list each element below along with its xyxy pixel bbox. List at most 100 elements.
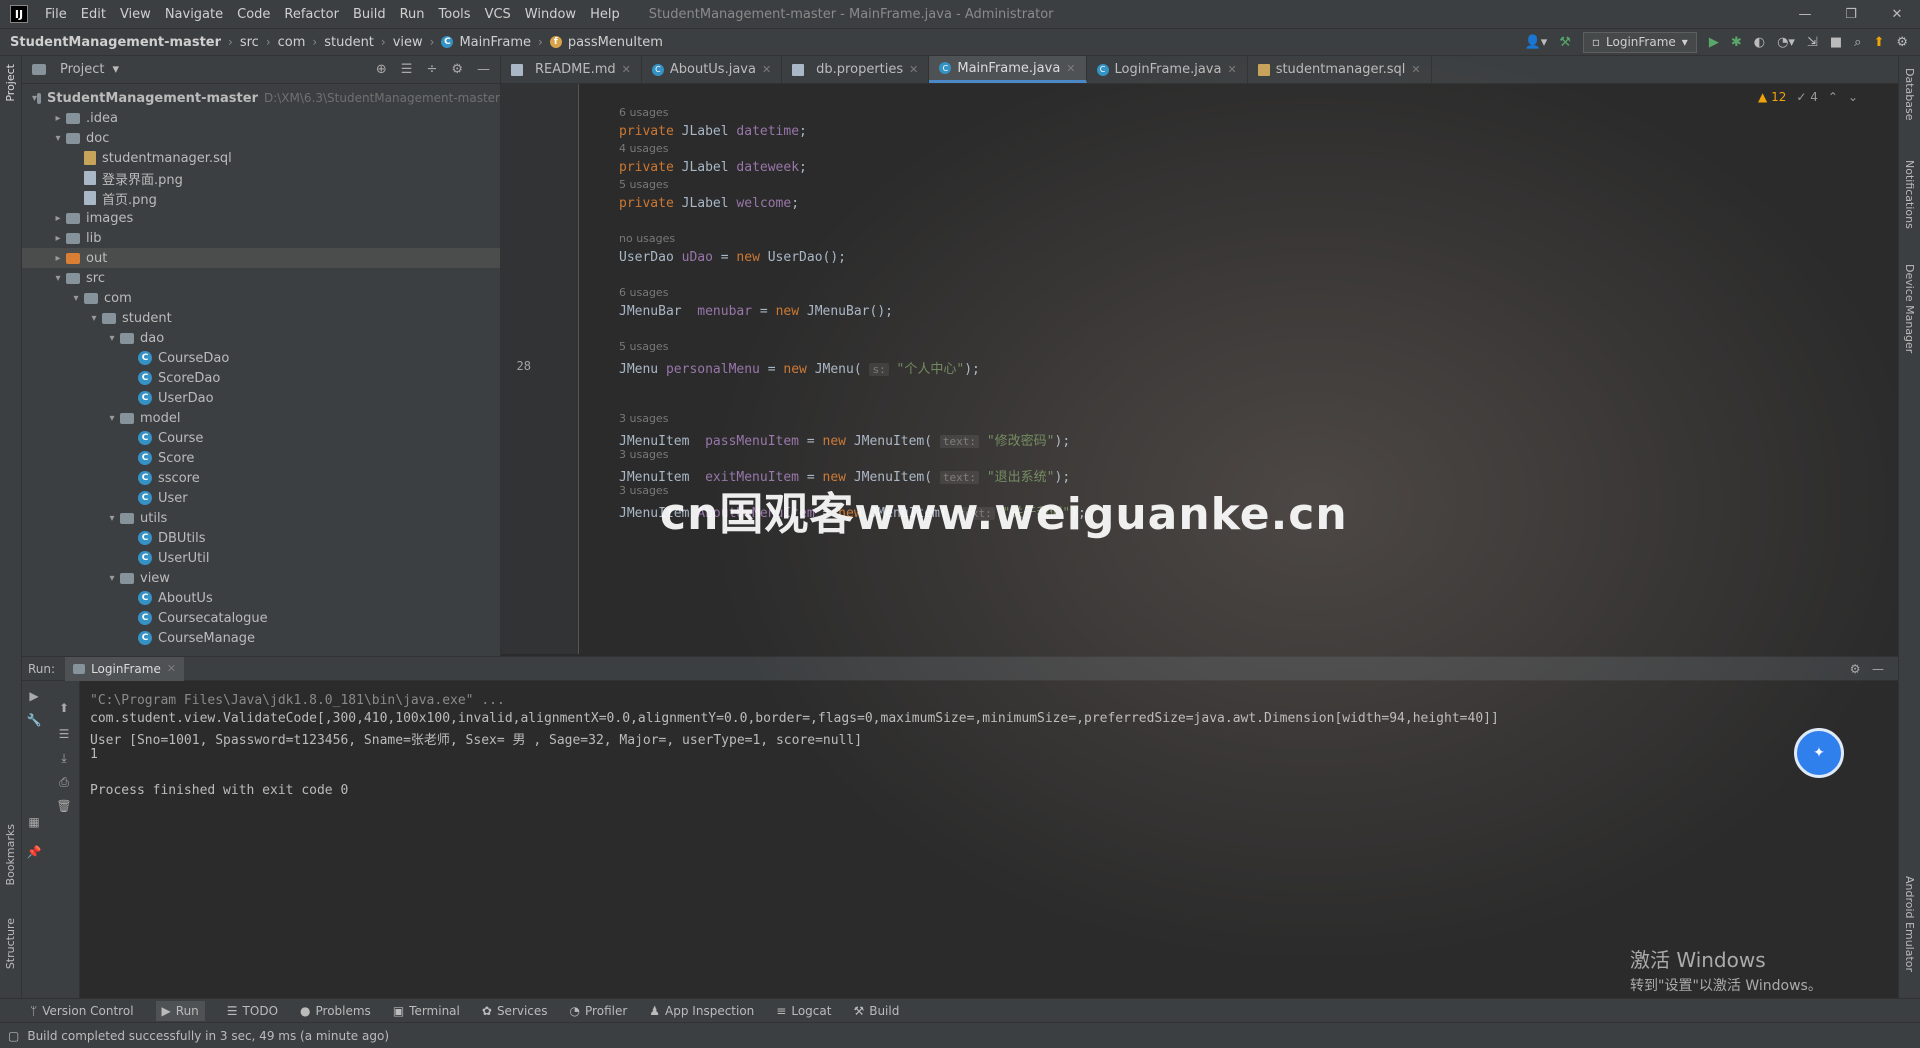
editor-tab[interactable]: README.md ✕: [501, 56, 642, 83]
tree-item[interactable]: studentmanager.sql: [22, 148, 500, 168]
editor-tab[interactable]: C AboutUs.java ✕: [642, 56, 783, 83]
collapse-all-icon[interactable]: ☰: [401, 62, 413, 77]
breadcrumb-item[interactable]: com: [278, 35, 306, 50]
inspection-widget[interactable]: ▲ 12 ✓ 4 ⌃ ⌄: [1758, 90, 1858, 104]
gear-icon[interactable]: ⚙: [451, 62, 463, 77]
tree-item[interactable]: ▾ StudentManagement-master D:\XM\6.3\Stude…: [22, 88, 500, 108]
tree-item[interactable]: C Score: [22, 448, 500, 468]
tree-item[interactable]: Csscore: [22, 468, 500, 488]
tree-item[interactable]: ▸ lib: [22, 228, 500, 248]
close-icon[interactable]: ✕: [167, 662, 176, 675]
usage-hint[interactable]: 3 usages: [619, 412, 668, 425]
tool-window-services[interactable]: ✿ Services: [482, 1004, 548, 1018]
expand-arrow-icon[interactable]: ▾: [86, 313, 102, 324]
expand-arrow-icon[interactable]: ▸: [50, 113, 66, 124]
hide-icon[interactable]: —: [477, 62, 490, 77]
scroll-to-end-icon[interactable]: ⤓: [52, 751, 76, 766]
menu-help[interactable]: Help: [583, 7, 627, 22]
trash-icon[interactable]: 🗑: [52, 799, 76, 813]
usage-hint[interactable]: 3 usages: [619, 448, 668, 461]
soft-wrap-icon[interactable]: ☰: [52, 727, 76, 741]
breadcrumb-item[interactable]: StudentManagement-master: [10, 35, 221, 50]
usage-hint[interactable]: 6 usages: [619, 286, 668, 299]
device-manager-tool-button[interactable]: Device Manager: [1903, 264, 1916, 353]
floating-assistant-button[interactable]: ✦: [1794, 728, 1844, 778]
usage-hint[interactable]: no usages: [619, 232, 675, 245]
expand-arrow-icon[interactable]: ▸: [50, 253, 66, 264]
close-icon[interactable]: ✕: [909, 63, 918, 76]
tree-item[interactable]: ▾ dao: [22, 328, 500, 348]
tool-window-version-control[interactable]: ᛘ Version Control: [30, 1004, 134, 1018]
close-icon[interactable]: ✕: [762, 63, 771, 76]
user-icon[interactable]: 👤▾: [1525, 35, 1548, 50]
close-icon[interactable]: ✕: [1411, 63, 1420, 76]
tool-window-build[interactable]: ⚒ Build: [853, 1004, 899, 1018]
layout-icon[interactable]: ▦: [22, 815, 46, 829]
gear-icon[interactable]: ⚙ —: [1850, 662, 1884, 676]
editor-tab[interactable]: db.properties ✕: [782, 56, 930, 83]
tree-item[interactable]: ▾ src: [22, 268, 500, 288]
breadcrumb-item[interactable]: passMenuItem: [568, 35, 663, 50]
database-tool-button[interactable]: Database: [1903, 68, 1916, 121]
menu-view[interactable]: View: [113, 7, 158, 22]
tree-item[interactable]: ▾ utils: [22, 508, 500, 528]
close-icon[interactable]: ✕: [1227, 63, 1236, 76]
tree-item[interactable]: C Coursecatalogue: [22, 608, 500, 628]
menu-build[interactable]: Build: [346, 7, 393, 22]
expand-arrow-icon[interactable]: ▾: [104, 333, 120, 344]
android-emulator-tool-button[interactable]: Android Emulator: [1903, 876, 1916, 972]
usage-hint[interactable]: 4 usages: [619, 142, 668, 155]
tool-window-todo[interactable]: ☰ TODO: [227, 1004, 278, 1018]
tree-item[interactable]: 登录界面.png: [22, 168, 500, 188]
tree-item[interactable]: C UserDao: [22, 388, 500, 408]
tree-item[interactable]: ▾ view: [22, 568, 500, 588]
status-text[interactable]: Build completed successfully in 3 sec, 4…: [27, 1029, 389, 1043]
expand-arrow-icon[interactable]: ▾: [104, 413, 120, 424]
expand-arrow-icon[interactable]: ▸: [50, 213, 66, 224]
expand-arrow-icon[interactable]: ▾: [50, 133, 66, 144]
tree-item[interactable]: C CourseDao: [22, 348, 500, 368]
tree-item[interactable]: ▸ .idea: [22, 108, 500, 128]
expand-arrow-icon[interactable]: ▾: [50, 273, 66, 284]
tree-item[interactable]: C User: [22, 488, 500, 508]
chevron-down-icon[interactable]: ▾: [112, 62, 119, 77]
maximize-button[interactable]: ❐: [1828, 7, 1874, 22]
editor-tab[interactable]: C LoginFrame.java ✕: [1087, 56, 1248, 83]
tool-window-terminal[interactable]: ▣ Terminal: [393, 1004, 460, 1018]
menu-code[interactable]: Code: [230, 7, 277, 22]
tree-item[interactable]: C Course: [22, 428, 500, 448]
print-icon[interactable]: ⎙: [52, 775, 76, 790]
settings-icon[interactable]: ⚙: [1896, 35, 1908, 50]
wrench-icon[interactable]: 🔧: [22, 713, 46, 727]
stop-icon[interactable]: ■: [1830, 35, 1842, 50]
breadcrumb-item[interactable]: view: [393, 35, 423, 50]
close-icon[interactable]: ✕: [1066, 62, 1075, 75]
scroll-up-icon[interactable]: ⬆: [52, 701, 76, 715]
chevron-down-icon[interactable]: ⌄: [1848, 90, 1858, 104]
debug-icon[interactable]: ✱: [1731, 35, 1742, 50]
tree-item[interactable]: C DBUtils: [22, 528, 500, 548]
tree-item[interactable]: C ScoreDao: [22, 368, 500, 388]
code-editor[interactable]: 28 ▲ 12 ✓ 4 ⌃ ⌄ 6 usages private JLabel d…: [501, 84, 1898, 654]
tool-window-app-inspection[interactable]: ♟ App Inspection: [649, 1004, 754, 1018]
tree-item[interactable]: C UserUtil: [22, 548, 500, 568]
tree-item[interactable]: ▸ out: [22, 248, 500, 268]
breadcrumb-item[interactable]: src: [240, 35, 259, 50]
run-tab-loginframe[interactable]: LoginFrame ✕: [65, 656, 185, 681]
attach-icon[interactable]: ⇲: [1807, 35, 1818, 50]
run-icon[interactable]: ▶: [1709, 35, 1719, 50]
close-button[interactable]: ✕: [1874, 7, 1920, 22]
tree-item[interactable]: ▾ doc: [22, 128, 500, 148]
tool-window-profiler[interactable]: ◔ Profiler: [570, 1004, 628, 1018]
tree-item[interactable]: ▾ com: [22, 288, 500, 308]
menu-navigate[interactable]: Navigate: [158, 7, 230, 22]
menu-file[interactable]: File: [38, 7, 74, 22]
usage-hint[interactable]: 5 usages: [619, 178, 668, 191]
tree-item[interactable]: ▾ model: [22, 408, 500, 428]
notifications-tool-button[interactable]: Notifications: [1903, 160, 1916, 229]
menu-window[interactable]: Window: [518, 7, 583, 22]
minimize-button[interactable]: —: [1782, 7, 1828, 22]
bookmarks-tool-button[interactable]: Bookmarks: [4, 824, 17, 885]
breadcrumb-item[interactable]: student: [324, 35, 374, 50]
run-configuration-select[interactable]: ▫ LoginFrame ▾: [1582, 31, 1697, 53]
